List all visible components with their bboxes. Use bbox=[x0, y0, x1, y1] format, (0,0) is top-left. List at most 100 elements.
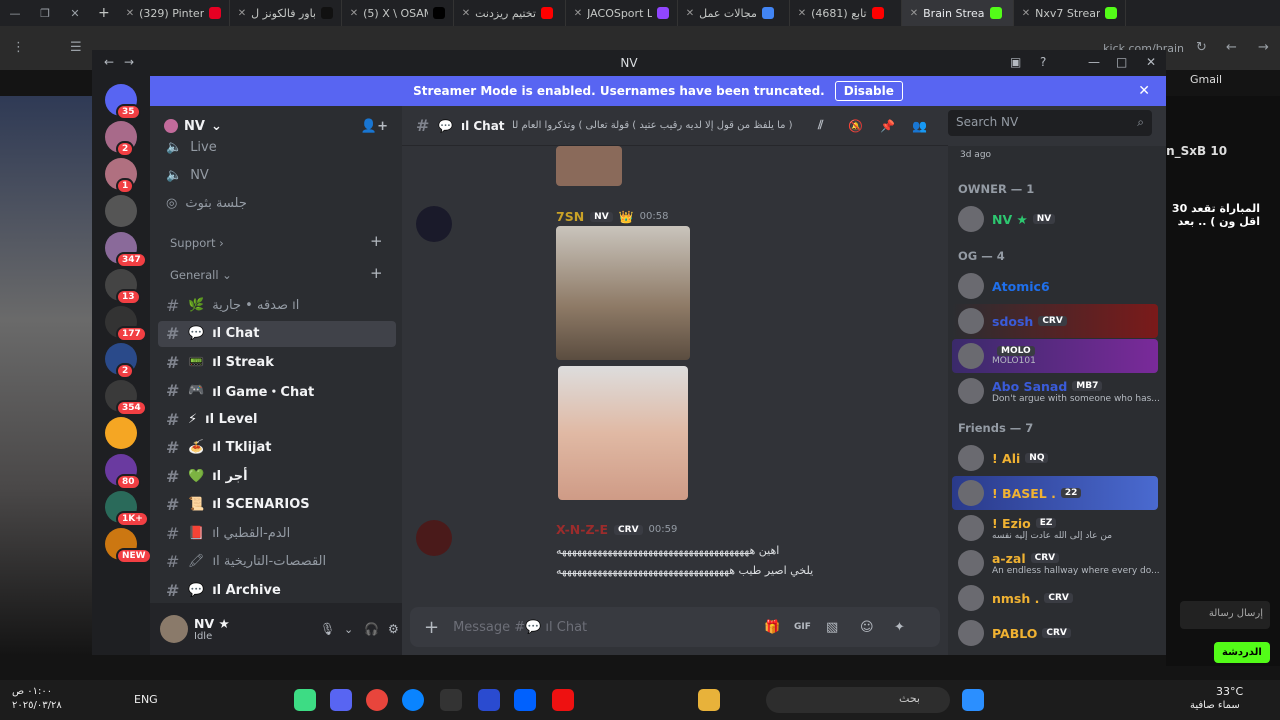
member-item[interactable]: sdosh CRV bbox=[952, 304, 1158, 338]
mic-icon[interactable]: 🎙 bbox=[320, 622, 335, 636]
channel-topic[interactable]: ( ما يلفظ من قول إلا لديه رقيب عتيد ) قو… bbox=[513, 120, 793, 131]
browser-tab[interactable]: ✕ (4681) تابع bbox=[790, 0, 902, 26]
taskbar-search[interactable]: بحث bbox=[766, 687, 950, 713]
message-input[interactable]: Message #💬 ıl Chat bbox=[453, 620, 587, 635]
gmail-bookmark[interactable]: Gmail bbox=[1190, 73, 1222, 86]
tab-close-icon[interactable]: ✕ bbox=[126, 8, 134, 19]
menu-icon[interactable]: ⋮ bbox=[12, 40, 25, 55]
channel-nv[interactable]: 🔈 NV bbox=[158, 162, 396, 188]
browser-tab[interactable]: ✕ (329) Pinterest bbox=[118, 0, 230, 26]
category-generall[interactable]: Generall ⌄ bbox=[170, 268, 232, 282]
app-icon[interactable] bbox=[294, 689, 316, 711]
chat-send-input[interactable]: إرسال رسالة bbox=[1180, 601, 1270, 629]
member-item[interactable]: ! Ezio EZ من عاد إلى الله عادت إليه نفسه bbox=[952, 511, 1158, 545]
invite-people-icon[interactable]: 👤+ bbox=[361, 119, 388, 134]
edge-taskbar-icon[interactable] bbox=[402, 689, 424, 711]
channel-item[interactable]: # 🎮 ıl Game・Chat bbox=[158, 378, 396, 404]
browser-tab[interactable]: ✕ تختيم ريزدنت bbox=[454, 0, 566, 26]
browser-tab[interactable]: ✕ Brain Strea bbox=[901, 0, 1014, 26]
message-author[interactable]: 7SN bbox=[556, 209, 584, 224]
help-icon[interactable]: ? bbox=[1040, 55, 1046, 69]
channel-item[interactable]: # 📟 ıl Streak bbox=[158, 349, 396, 375]
new-tab-button[interactable]: + bbox=[90, 5, 118, 21]
app-icon[interactable] bbox=[478, 689, 500, 711]
mute-icon[interactable]: 🔕 bbox=[848, 119, 863, 133]
chat-button[interactable]: الدردشة bbox=[1214, 642, 1270, 663]
app-icon[interactable] bbox=[552, 689, 574, 711]
image-attachment[interactable] bbox=[556, 226, 690, 360]
minimize-icon[interactable]: — bbox=[1088, 55, 1100, 69]
windows-start-icon[interactable] bbox=[962, 689, 984, 711]
member-item[interactable]: MOLO MOLO101 bbox=[952, 339, 1158, 373]
avatar[interactable] bbox=[416, 206, 452, 242]
channel-item[interactable]: # ⚡ ıl Level bbox=[158, 406, 396, 432]
image-attachment[interactable] bbox=[558, 366, 688, 500]
member-item[interactable]: Atomic6 bbox=[952, 269, 1158, 303]
channel-item[interactable]: # 🖍 ıl القصصات-التاريخية bbox=[158, 549, 396, 575]
language-indicator[interactable]: ENG bbox=[134, 693, 158, 706]
tab-close-icon[interactable]: ✕ bbox=[798, 8, 806, 19]
channel-item[interactable]: # 💬 ıl Chat bbox=[158, 320, 396, 347]
window-minimize-icon[interactable]: — bbox=[0, 7, 30, 20]
message-author[interactable]: X-N-Z-E bbox=[556, 522, 608, 537]
channel-item[interactable]: # 💚 ıl أجر bbox=[158, 463, 396, 489]
channel-stage[interactable]: ◎ جلسة بثوث bbox=[158, 190, 396, 216]
member-list-icon[interactable]: 👥 bbox=[912, 119, 927, 133]
dropbox-icon[interactable] bbox=[514, 689, 536, 711]
headphones-icon[interactable]: 🎧 bbox=[364, 622, 379, 636]
message-composer[interactable]: + Message #💬 ıl Chat 🎁 GIF ▧ ☺ ✦ bbox=[410, 607, 940, 647]
channel-item[interactable]: # 📜 ıl SCENARIOS bbox=[158, 492, 396, 518]
member-item[interactable]: PABLO CRV bbox=[952, 616, 1158, 650]
channel-live[interactable]: 🔈 Live bbox=[158, 134, 396, 160]
add-channel-icon[interactable]: + bbox=[370, 232, 383, 250]
emoji-icon[interactable]: ☺ bbox=[860, 620, 874, 635]
tab-close-icon[interactable]: ✕ bbox=[1022, 8, 1030, 19]
server-icon[interactable] bbox=[105, 195, 137, 227]
epic-games-icon[interactable] bbox=[440, 689, 462, 711]
forward-icon[interactable]: → bbox=[1258, 40, 1269, 55]
channel-item[interactable]: # 🍝 ıl Tklijat bbox=[158, 435, 396, 461]
server-icon[interactable] bbox=[105, 417, 137, 449]
browser-tab[interactable]: ✕ باور فالكونز ل bbox=[230, 0, 342, 26]
avatar[interactable] bbox=[160, 615, 188, 643]
tab-close-icon[interactable]: ✕ bbox=[462, 8, 470, 19]
chrome-taskbar-icon[interactable] bbox=[366, 689, 388, 711]
browser-tab[interactable]: ✕ مجالات عمل bbox=[678, 0, 790, 26]
channel-item[interactable]: # 💬 ıl Archive bbox=[158, 577, 396, 603]
member-item[interactable]: nmsh . CRV bbox=[952, 581, 1158, 615]
search-input[interactable]: Search NV ⌕ bbox=[948, 110, 1152, 136]
window-restore-icon[interactable]: ❐ bbox=[30, 7, 60, 20]
avatar[interactable] bbox=[416, 520, 452, 556]
gif-icon[interactable]: GIF bbox=[794, 622, 811, 632]
apps-icon[interactable]: ✦ bbox=[894, 620, 905, 635]
window-close-icon[interactable]: ✕ bbox=[60, 7, 90, 20]
disable-button[interactable]: Disable bbox=[834, 81, 903, 101]
bookmarks-icon[interactable]: ☰ bbox=[70, 40, 82, 55]
gear-icon[interactable]: ⚙ bbox=[388, 622, 399, 636]
tab-close-icon[interactable]: ✕ bbox=[686, 8, 694, 19]
inbox-icon[interactable]: ▣ bbox=[1010, 55, 1021, 69]
banner-close-icon[interactable]: ✕ bbox=[1138, 83, 1150, 99]
tab-close-icon[interactable]: ✕ bbox=[350, 8, 358, 19]
tab-close-icon[interactable]: ✕ bbox=[574, 8, 582, 19]
chevron-down-icon[interactable]: ⌄ bbox=[344, 623, 353, 636]
channel-item[interactable]: # 📕 ıl الدم-القطبي bbox=[158, 520, 396, 546]
pin-icon[interactable]: 📌 bbox=[880, 119, 895, 133]
tab-close-icon[interactable]: ✕ bbox=[910, 8, 918, 19]
gift-icon[interactable]: 🎁 bbox=[764, 620, 780, 635]
tab-close-icon[interactable]: ✕ bbox=[238, 8, 246, 19]
member-item[interactable]: NV ★ NV bbox=[952, 202, 1158, 236]
sticker-icon[interactable]: ▧ bbox=[826, 620, 838, 635]
browser-tab[interactable]: ✕ (5) X \ OSAM bbox=[342, 0, 454, 26]
member-item[interactable]: ! BASEL . 22 bbox=[952, 476, 1158, 510]
image-attachment[interactable] bbox=[556, 146, 622, 186]
discord-taskbar-icon[interactable] bbox=[330, 689, 352, 711]
add-channel-icon[interactable]: + bbox=[370, 264, 383, 282]
member-item[interactable]: a-zal CRV An endless hallway where every d… bbox=[952, 546, 1160, 580]
channel-item[interactable]: # 🌿 صدقه • جارية ıl bbox=[158, 292, 396, 318]
member-item[interactable]: Abo Sanad MB7 Don't argue with someone who… bbox=[952, 374, 1160, 408]
browser-tab[interactable]: ✕ Nxv7 Stream bbox=[1014, 0, 1126, 26]
maximize-icon[interactable]: □ bbox=[1116, 55, 1127, 69]
member-item[interactable]: ! Ali NQ bbox=[952, 441, 1158, 475]
browser-tab[interactable]: ✕ JACOSport LI bbox=[566, 0, 678, 26]
